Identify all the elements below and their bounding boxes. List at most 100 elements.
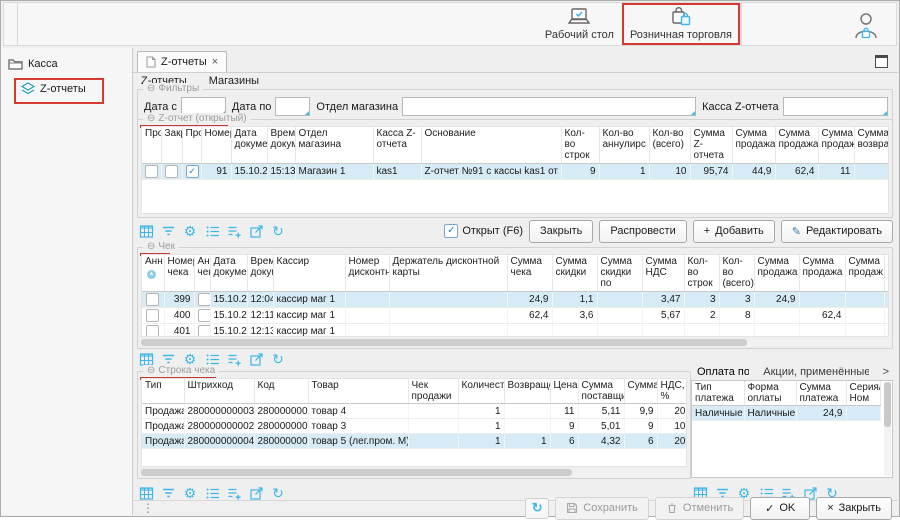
column-header[interactable]: Сумма продаж [818,127,854,163]
open-checkbox[interactable]: ✓ Открыт (F6) [444,224,523,238]
row-checkbox[interactable]: ✓ [186,165,199,178]
column-header[interactable]: Про [142,127,161,163]
column-header[interactable]: Врем докум [267,127,295,163]
row-checkbox[interactable] [888,325,890,337]
column-header[interactable]: Чек продажи [408,379,458,404]
column-header[interactable]: Закр [161,127,182,163]
table-row[interactable]: 40115.10.2412:13кассир маг 1 [142,323,889,337]
column-header[interactable]: Анн▲ [142,255,164,291]
add-row-icon[interactable] [225,223,243,240]
gear-icon[interactable]: ⚙ [181,485,199,502]
external-link-icon[interactable] [247,485,265,502]
external-link-icon[interactable] [247,223,265,240]
lines-hscrollbar[interactable] [141,469,687,476]
lines-table[interactable]: ТипШтрихкодКодТоварЧек продажиКоличество… [142,379,687,449]
column-header[interactable]: Кол-во (всего) [719,255,754,291]
column-header[interactable]: Кассир [273,255,345,291]
user-button[interactable] [852,11,880,41]
cash-input[interactable] [783,97,888,116]
desktop-nav-button[interactable]: Рабочий стол [537,3,622,45]
sidebar-group-kassa[interactable]: Касса [8,57,132,70]
column-header[interactable]: Сумма НДС [642,255,684,291]
refresh-icon[interactable]: ↻ [269,351,287,368]
column-header[interactable]: Основание [421,127,561,163]
receipts-hscrollbar[interactable] [141,339,889,346]
tab-close-icon[interactable]: × [212,56,218,68]
column-header[interactable]: Кол-во строк [684,255,719,291]
column-header[interactable]: Врем докум [247,255,273,291]
date-to-input[interactable] [275,97,310,116]
menu-item-stores[interactable]: Магазины [209,75,259,87]
row-checkbox[interactable] [146,293,159,306]
numbered-list-icon[interactable] [203,485,221,502]
column-header[interactable]: Дата докумен [210,255,247,291]
column-header[interactable]: Код [254,379,308,404]
column-header[interactable]: Форма оплаты [744,381,796,406]
numbered-list-icon[interactable] [203,223,221,240]
column-header[interactable]: Кол-во (всего) [649,127,690,163]
chevron-right-icon[interactable]: > [883,366,889,378]
table-row[interactable]: 40015.10.2412:11кассир маг 162,43,65,672… [142,307,889,323]
column-header[interactable]: Сумма возврата [854,127,889,163]
zreport-legend[interactable]: ⊖Z-отчет (открытый) [143,113,251,124]
column-header[interactable]: Цена [550,379,578,404]
column-header[interactable]: Сумма чека [507,255,552,291]
payment-vscrollbar[interactable] [884,382,891,476]
column-header[interactable]: Про [182,127,201,163]
unpost-button[interactable]: Распровести [599,220,686,243]
filter-icon[interactable] [159,223,177,240]
column-header[interactable]: Сумма поставщика [578,379,624,404]
column-header[interactable]: Кол-во строк [561,127,599,163]
column-header[interactable]: Кол-во аннулирс [599,127,649,163]
column-header[interactable]: Штрихкод [184,379,254,404]
add-button[interactable]: +Добавить [693,220,775,243]
lines-legend[interactable]: ⊖Строка чека [143,365,219,376]
column-header[interactable]: Касса Z-отчета [373,127,421,163]
refresh-icon[interactable]: ↻ [269,223,287,240]
row-checkbox[interactable] [145,165,158,178]
filters-legend[interactable]: ⊖Фильтры [143,83,203,94]
department-input[interactable] [402,97,696,116]
column-header[interactable]: Сумма [624,379,657,404]
cancel-button[interactable]: Отменить [655,497,744,520]
payment-table[interactable]: Тип платежаФорма оплатыСумма платежаСери… [692,381,881,421]
tab-promotions[interactable]: Акции, применённые для стр... [763,366,868,378]
filter-icon[interactable] [159,485,177,502]
column-header[interactable]: Дата докумен [231,127,267,163]
column-header[interactable]: Номер чека [164,255,194,291]
close-window-button[interactable]: ×Закрыть [816,497,892,520]
column-header[interactable]: Сумма скидки по [597,255,642,291]
column-header[interactable]: Сумма Z-отчета [690,127,732,163]
column-header[interactable]: Тип платежа [692,381,744,406]
table-row[interactable]: ✓9115.10.2415:13Магазин 1kas1Z-отчет №91… [142,163,889,179]
ok-button[interactable]: ✓OK [750,497,810,520]
table-grid-icon[interactable] [137,223,155,240]
column-header[interactable]: Анн чек [194,255,210,291]
column-header[interactable]: Количество [458,379,504,404]
table-row[interactable]: Продажа2800000000035280000000...товар 41… [142,404,687,419]
row-checkbox[interactable] [165,165,178,178]
table-row[interactable]: НаличныеНаличные24,9 [692,406,880,421]
column-header[interactable]: Сумма скидки [552,255,597,291]
column-header[interactable]: Номер дисконтн [345,255,389,291]
table-row[interactable]: 39915.10.2412:04кассир маг 124,91,13,473… [142,291,889,307]
column-header[interactable]: Серия/Ном [846,381,880,406]
row-checkbox[interactable] [888,309,890,322]
row-checkbox[interactable] [198,309,211,322]
row-checkbox[interactable] [146,325,159,337]
column-header[interactable]: Товар [308,379,408,404]
close-report-button[interactable]: Закрыть [529,220,593,243]
column-header[interactable]: Тип [142,379,184,404]
column-header[interactable]: НДС, % [657,379,687,404]
column-header[interactable]: Сумма продажа [775,127,818,163]
retail-nav-button[interactable]: Розничная торговля [622,3,740,45]
refresh-icon[interactable]: ↻ [269,485,287,502]
column-header[interactable]: Держатель дисконтной карты [389,255,507,291]
row-checkbox[interactable] [198,293,211,306]
receipts-table[interactable]: Анн▲Номер чекаАнн чекДата докуменВрем до… [142,255,889,337]
column-header[interactable]: Отдел магазина [295,127,373,163]
column-header[interactable]: Сумма продажа [754,255,799,291]
sidebar-item-zreports[interactable]: Z-отчеты [17,79,99,98]
maximize-icon[interactable] [875,55,888,68]
row-checkbox[interactable] [198,325,211,337]
